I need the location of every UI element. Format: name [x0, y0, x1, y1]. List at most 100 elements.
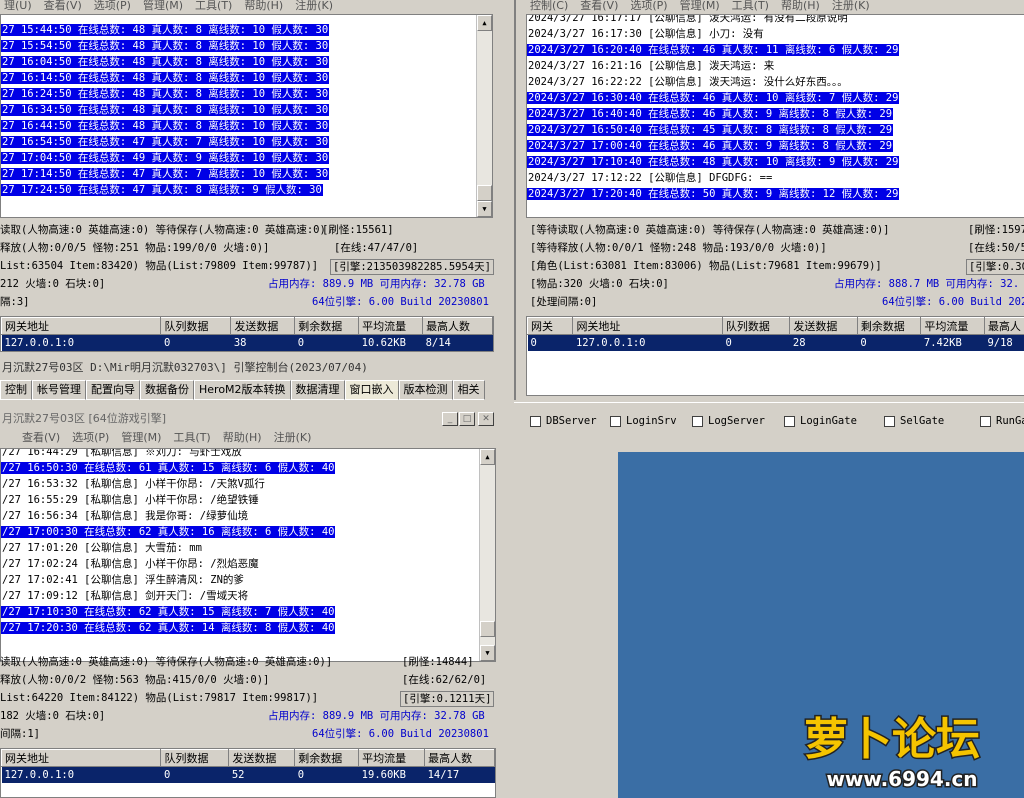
- tab-related[interactable]: 相关: [452, 380, 485, 400]
- tab-control[interactable]: 控制: [0, 380, 32, 400]
- tab-account[interactable]: 帐号管理: [32, 380, 86, 400]
- gateway-grid[interactable]: 网关 网关地址 队列数据 发送数据 剩余数据 平均流量 最高人 0 127.0.…: [526, 316, 1024, 396]
- cell: 0: [160, 766, 229, 783]
- tab-version-check[interactable]: 版本检测: [398, 380, 453, 400]
- menu-help[interactable]: 帮助(H): [244, 0, 283, 14]
- log-line-text: /27 16:50:30 在线总数: 61 真人数: 15 离线数: 6 假人数…: [1, 462, 336, 474]
- cell: 7.42KB: [920, 334, 985, 351]
- scroll-thumb[interactable]: [480, 621, 495, 637]
- col-sent[interactable]: 发送数据: [789, 317, 858, 335]
- col-remaining[interactable]: 剩余数据: [294, 317, 360, 335]
- menu-help[interactable]: 帮助(H): [223, 432, 262, 446]
- menu-register[interactable]: 注册(K): [274, 432, 312, 446]
- menu-options[interactable]: 选项(P): [94, 0, 131, 14]
- checkbox-selgate[interactable]: SelGate: [884, 415, 944, 427]
- menu-tools[interactable]: 工具(T): [195, 0, 232, 14]
- log-line: 2024/3/27 17:20:40 在线总数: 50 真人数: 9 离线数: …: [527, 186, 1024, 202]
- log-scrollbar[interactable]: ▲ ▼: [479, 449, 495, 661]
- menu-options[interactable]: 选项(P): [72, 432, 109, 446]
- log-line-text: 27 17:24:50 在线总数: 47 真人数: 8 离线数: 9 假人数: …: [1, 184, 323, 196]
- menu-manage[interactable]: 管理(M): [143, 0, 183, 14]
- menu-view[interactable]: 查看(V): [22, 432, 60, 446]
- col-sent[interactable]: 发送数据: [228, 749, 296, 767]
- col-max-users[interactable]: 最高人数: [424, 749, 495, 767]
- maximize-icon[interactable]: □: [459, 412, 475, 426]
- table-row[interactable]: 0 127.0.0.1:0 0 28 0 7.42KB 9/18: [527, 334, 1024, 351]
- gateway-grid[interactable]: 网关地址 队列数据 发送数据 剩余数据 平均流量 最高人数 127.0.0.1:…: [0, 316, 494, 352]
- cell: 0: [527, 334, 573, 351]
- tab-config-wizard[interactable]: 配置向导: [86, 380, 140, 400]
- col-sent[interactable]: 发送数据: [230, 317, 296, 335]
- gateway-grid[interactable]: 网关地址 队列数据 发送数据 剩余数据 平均流量 最高人数 127.0.0.1:…: [0, 748, 496, 798]
- status-line-2-right: [在线:47/47/0]: [334, 242, 419, 254]
- col-gateway-address[interactable]: 网关地址: [1, 749, 162, 767]
- checkbox-dbserver[interactable]: DBServer: [530, 415, 597, 427]
- col-gateway[interactable]: 网关: [527, 317, 574, 335]
- col-queue[interactable]: 队列数据: [160, 317, 232, 335]
- menu-options[interactable]: 选项(P): [630, 0, 667, 14]
- menu-view[interactable]: 查看(V): [580, 0, 618, 14]
- col-queue[interactable]: 队列数据: [721, 317, 791, 335]
- col-remaining[interactable]: 剩余数据: [856, 317, 922, 335]
- logo-text: 萝卜论坛: [804, 714, 980, 765]
- tab-data-cleanup[interactable]: 数据清理: [290, 380, 345, 400]
- log-panel[interactable]: 27 15:44:50 在线总数: 48 真人数: 8 离线数: 10 假人数:…: [0, 14, 493, 218]
- log-line: /27 16:44:29 [私聊信息] ※刘刀: 与虾士戏放: [1, 449, 495, 460]
- table-row[interactable]: 127.0.0.1:0 0 38 0 10.62KB 8/14: [1, 334, 493, 351]
- log-line-text: 27 15:44:50 在线总数: 48 真人数: 8 离线数: 10 假人数:…: [1, 24, 330, 36]
- checkbox-rungate[interactable]: RunGa: [980, 415, 1024, 427]
- scroll-up-icon[interactable]: ▲: [477, 15, 492, 31]
- col-remaining[interactable]: 剩余数据: [294, 749, 360, 767]
- menu-tools[interactable]: 工具(T): [173, 432, 210, 446]
- log-line-text: 2024/3/27 16:40:40 在线总数: 46 真人数: 9 离线数: …: [527, 108, 894, 120]
- status-line-3: List:63504 Item:83420) 物品(List:79809 Ite…: [0, 260, 319, 272]
- status-line-1-right: [刷怪:15561]: [322, 224, 394, 236]
- menu-view[interactable]: 查看(V): [44, 0, 82, 14]
- col-avg-traffic[interactable]: 平均流量: [358, 749, 426, 767]
- checkbox-logingate[interactable]: LoginGate: [784, 415, 857, 427]
- col-avg-traffic[interactable]: 平均流量: [358, 317, 424, 335]
- scroll-down-icon[interactable]: ▼: [477, 201, 492, 217]
- menu-register[interactable]: 注册(K): [295, 0, 333, 14]
- status-line-3: [角色(List:63081 Item:83006) 物品(List:79681…: [530, 260, 882, 272]
- scroll-up-icon[interactable]: ▲: [480, 449, 495, 465]
- grid-header: 网关 网关地址 队列数据 发送数据 剩余数据 平均流量 最高人: [527, 317, 1024, 335]
- engine-console-strip: 月沉默27号03区 D:\Mir明月沉默032703\] 引擎控制台(2023/…: [0, 356, 512, 404]
- close-icon[interactable]: ✕: [478, 412, 494, 426]
- checkbox-loginsrv[interactable]: LoginSrv: [610, 415, 677, 427]
- menu-bar: 理(U) 查看(V) 选项(P) 管理(M) 工具(T) 帮助(H) 注册(K): [4, 0, 494, 14]
- status-engine-uptime: [引擎:0.30: [966, 259, 1024, 275]
- menu-manage[interactable]: 管理(M): [121, 432, 161, 446]
- menu-tools[interactable]: 工具(T): [732, 0, 769, 14]
- table-row[interactable]: 127.0.0.1:0 0 52 0 19.60KB 14/17: [1, 766, 495, 783]
- scroll-thumb[interactable]: [477, 185, 492, 201]
- log-panel[interactable]: /27 16:44:29 [私聊信息] ※刘刀: 与虾士戏放/27 16:50:…: [0, 448, 496, 662]
- col-queue[interactable]: 队列数据: [160, 749, 230, 767]
- menu-control[interactable]: 控制(C): [530, 0, 568, 14]
- menu-manage[interactable]: 管理(M): [680, 0, 720, 14]
- log-line-text: 2024/3/27 16:20:40 在线总数: 46 真人数: 11 离线数:…: [527, 44, 900, 56]
- cell: 127.0.0.1:0: [572, 334, 723, 351]
- col-gateway-address[interactable]: 网关地址: [1, 317, 162, 335]
- col-max-users[interactable]: 最高人数: [422, 317, 493, 335]
- col-gateway-address[interactable]: 网关地址: [572, 317, 723, 335]
- tab-data-backup[interactable]: 数据备份: [140, 380, 194, 400]
- log-scrollbar[interactable]: ▲ ▼: [476, 15, 492, 217]
- checkbox-logserver[interactable]: LogServer: [692, 415, 765, 427]
- log-panel[interactable]: 2024/3/27 16:17:17 [公聊信息] 泼天鸿运: 有没有二段原说明…: [526, 14, 1024, 218]
- log-lines: 2024/3/27 16:17:17 [公聊信息] 泼天鸿运: 有没有二段原说明…: [527, 15, 1024, 202]
- log-line-text: /27 17:02:24 [私聊信息] 小样干你昂: /烈焰恶魔: [2, 558, 259, 570]
- log-line: /27 16:50:30 在线总数: 61 真人数: 15 离线数: 6 假人数…: [1, 460, 495, 476]
- tab-herom2-convert[interactable]: HeroM2版本转换: [194, 380, 291, 400]
- col-max-users[interactable]: 最高人: [983, 317, 1024, 335]
- log-line: /27 17:20:30 在线总数: 62 真人数: 14 离线数: 8 假人数…: [1, 620, 495, 636]
- menu-frag[interactable]: 理(U): [4, 0, 32, 14]
- status-memory: 占用内存: 888.7 MB 可用内存: 32.: [834, 278, 1020, 290]
- menu-help[interactable]: 帮助(H): [781, 0, 820, 14]
- log-line-text: /27 17:09:12 [私聊信息] 剑开天门: /雪域天将: [2, 590, 249, 602]
- tab-window-embed[interactable]: 窗口嵌入: [344, 380, 399, 400]
- minimize-icon[interactable]: _: [442, 412, 458, 426]
- menu-register[interactable]: 注册(K): [832, 0, 870, 14]
- status-area: 读取(人物高速:0 英雄高速:0) 等待保存(人物高速:0 英雄高速:0) [刷…: [0, 222, 494, 314]
- col-avg-traffic[interactable]: 平均流量: [920, 317, 985, 335]
